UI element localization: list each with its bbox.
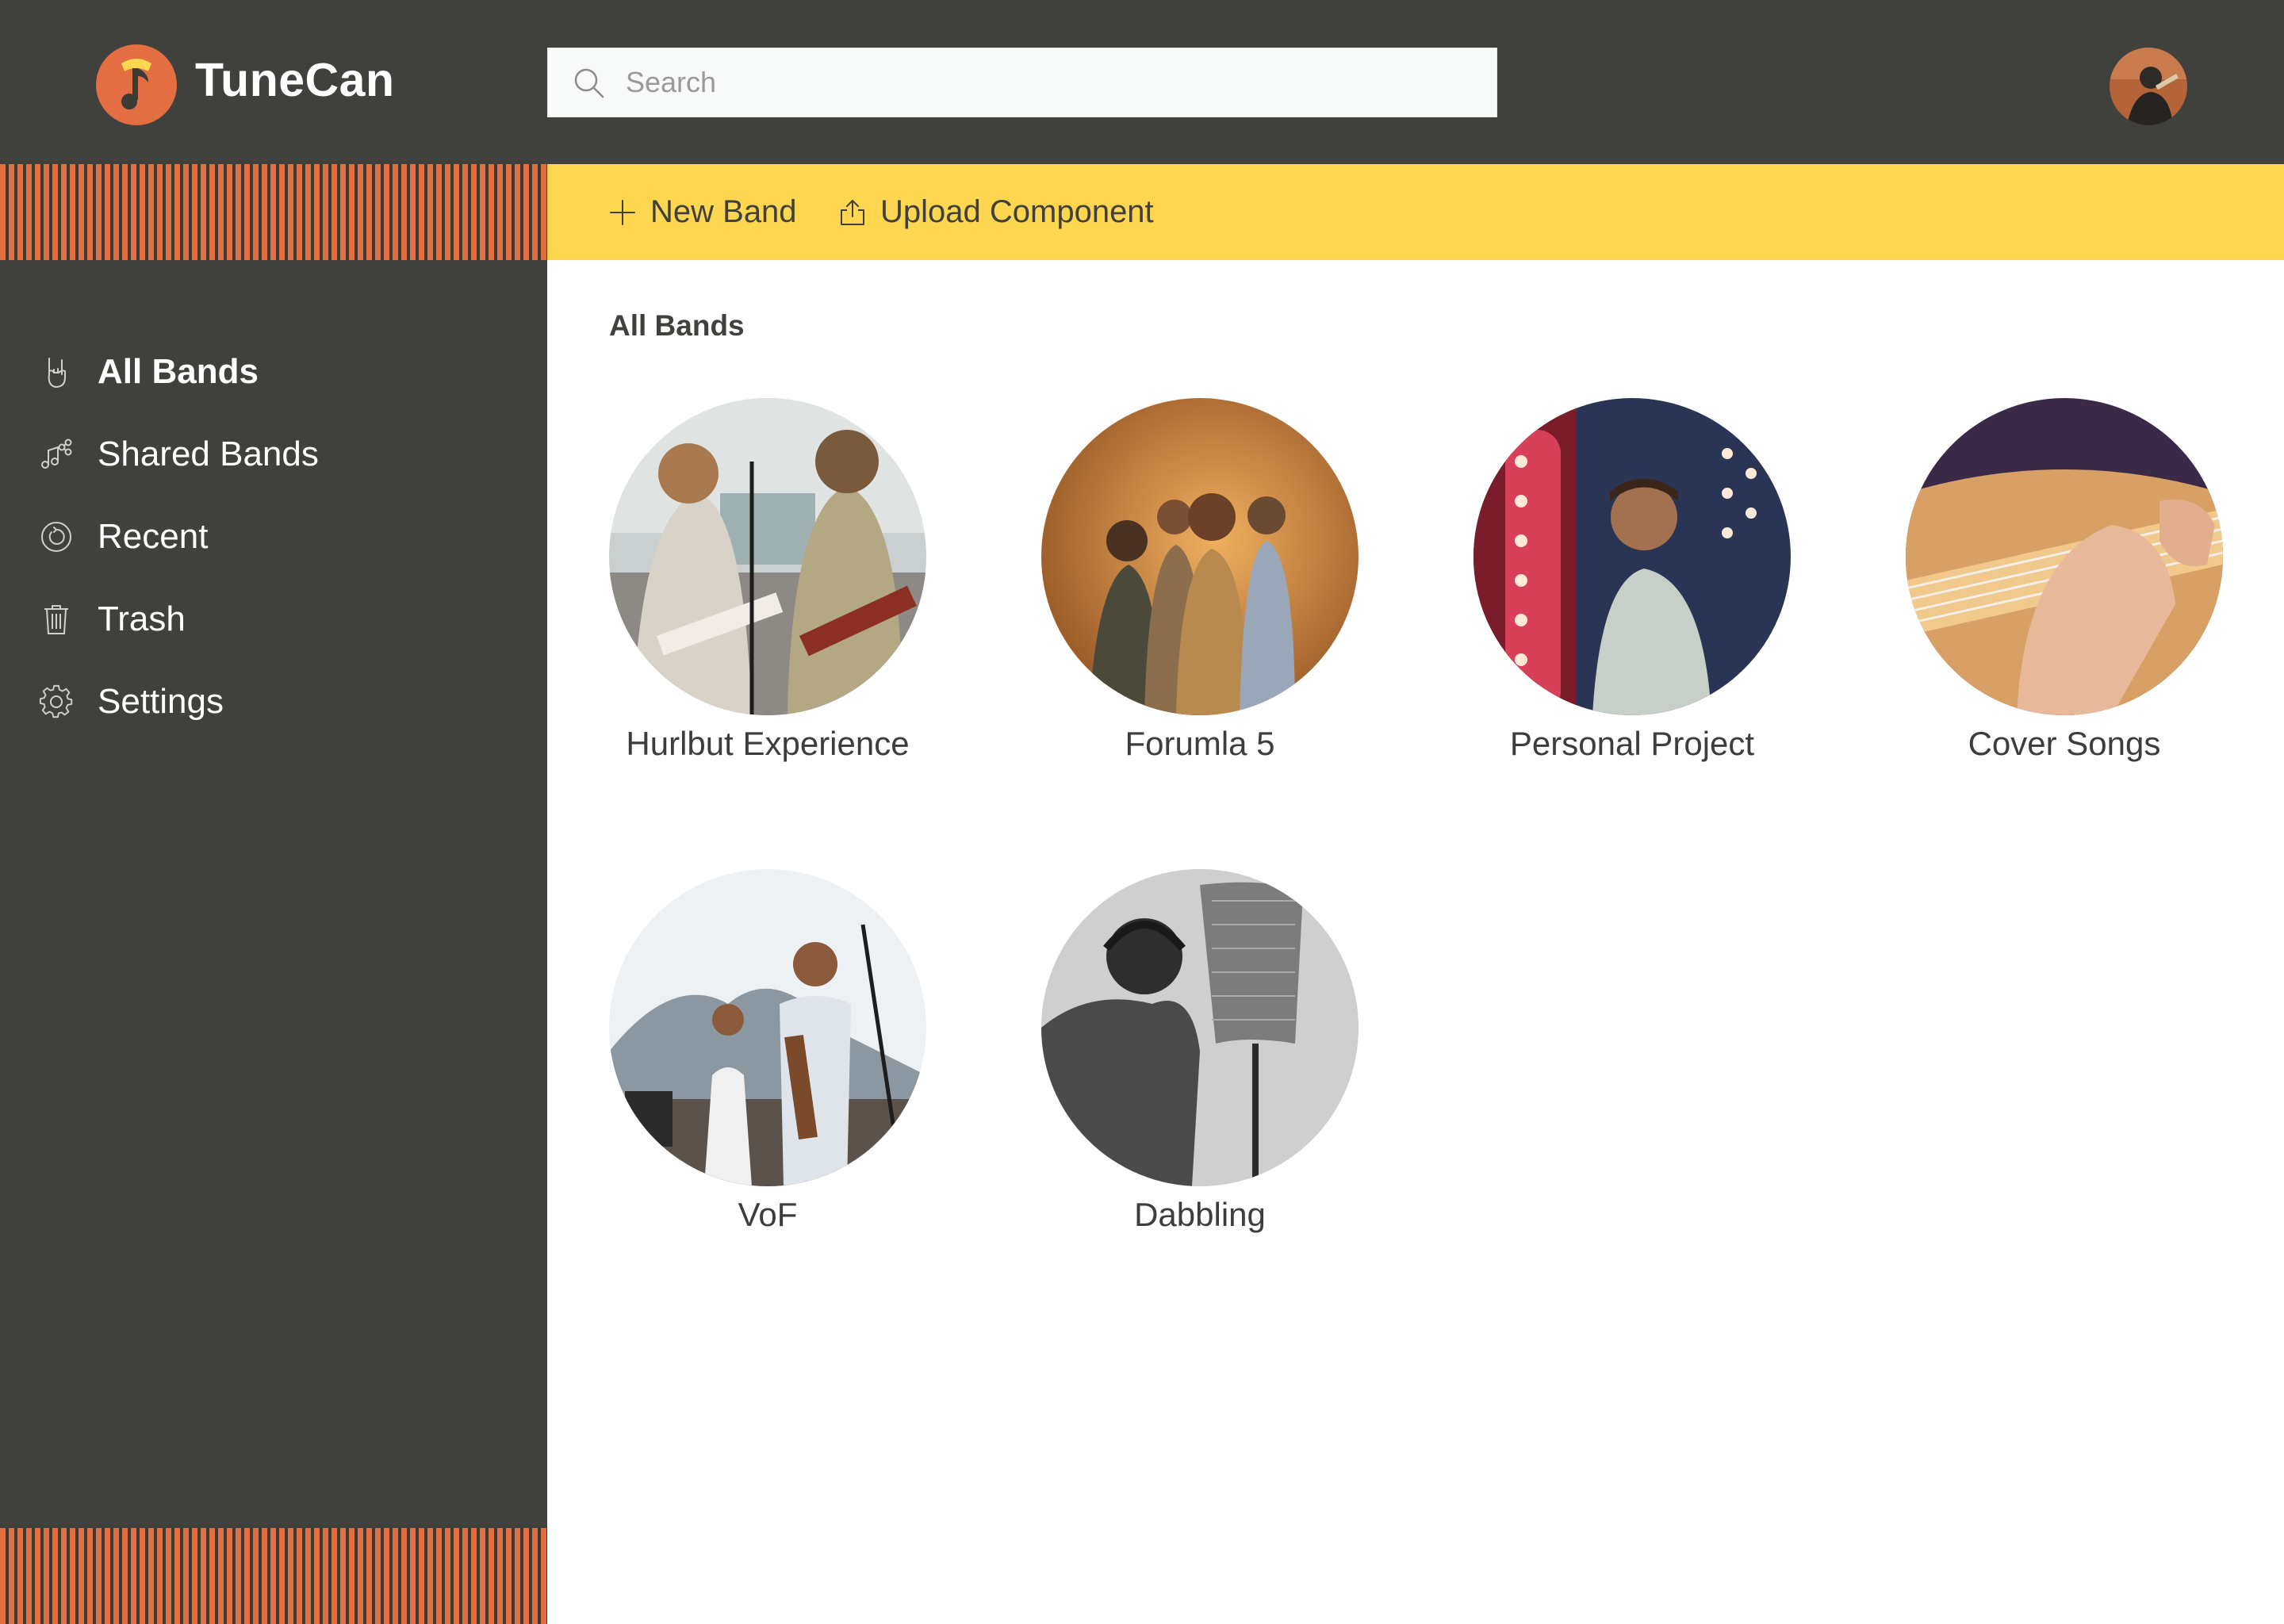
band-card-personal-project[interactable]: Personal Project [1466, 398, 1799, 763]
sidebar-item-shared-bands[interactable]: Shared Bands [38, 431, 319, 478]
plus-icon [610, 199, 635, 225]
top-header: TuneCan [0, 0, 2284, 164]
search-input[interactable] [626, 48, 1482, 117]
band-photo[interactable] [1473, 398, 1791, 715]
shared-music-icon [41, 439, 72, 469]
band-photo[interactable] [1906, 398, 2223, 715]
band-card-vof[interactable]: VoF [601, 869, 934, 1234]
trash-icon [44, 605, 68, 634]
upload-component-label: Upload Component [880, 194, 1154, 229]
sidebar-item-recent[interactable]: Recent [38, 513, 208, 561]
sidebar-item-label: Shared Bands [98, 435, 319, 473]
new-band-button[interactable]: New Band [607, 164, 797, 260]
search-bar[interactable] [547, 48, 1497, 117]
sidebar-item-trash[interactable]: Trash [38, 596, 186, 643]
band-photo[interactable] [609, 869, 926, 1186]
rock-hand-icon [48, 358, 66, 388]
sidebar-item-all-bands[interactable]: All Bands [38, 348, 259, 396]
user-avatar[interactable] [2110, 48, 2187, 125]
band-name: Personal Project [1509, 725, 1755, 762]
clock-icon [41, 522, 71, 552]
section-title: All Bands [609, 309, 745, 342]
band-name: Forumla 5 [1125, 725, 1275, 762]
sidebar-item-label: Settings [98, 682, 224, 721]
sidebar-item-label: Recent [98, 517, 209, 556]
search-icon [574, 68, 604, 98]
band-card-cover-songs[interactable]: Cover Songs [1898, 398, 2231, 763]
tunecan-logo[interactable] [96, 44, 177, 125]
band-card-hurlbut-experience[interactable]: Hurlbut Experience [601, 398, 934, 763]
band-card-forumla-5[interactable]: Forumla 5 [1033, 398, 1366, 763]
band-photo[interactable] [1041, 869, 1359, 1186]
band-name: VoF [738, 1196, 798, 1233]
gear-icon [39, 684, 73, 718]
action-toolbar: New Band Upload Component [547, 164, 2284, 260]
band-name: Hurlbut Experience [626, 725, 910, 762]
new-band-label: New Band [650, 194, 797, 229]
band-name: Dabbling [1134, 1196, 1266, 1233]
band-photo[interactable] [1041, 398, 1359, 715]
sidebar-item-label: Trash [98, 599, 186, 638]
sidebar-item-label: All Bands [98, 352, 259, 391]
sidebar-stripe-decoration-top [0, 164, 547, 260]
band-card-dabbling[interactable]: Dabbling [1033, 869, 1366, 1234]
app-name: TuneCan [195, 54, 395, 106]
main-content: All Bands Hurlbut Experience Forumla 5 P… [547, 260, 2284, 1624]
band-name: Cover Songs [1968, 725, 2161, 762]
sidebar-item-settings[interactable]: Settings [38, 678, 224, 726]
upload-icon [841, 199, 864, 225]
upload-component-button[interactable]: Upload Component [837, 164, 1154, 260]
band-photo[interactable] [609, 398, 926, 715]
sidebar: All Bands Shared Bands Recent Trash Sett… [0, 164, 547, 1624]
sidebar-stripe-decoration-bottom [0, 1528, 547, 1624]
